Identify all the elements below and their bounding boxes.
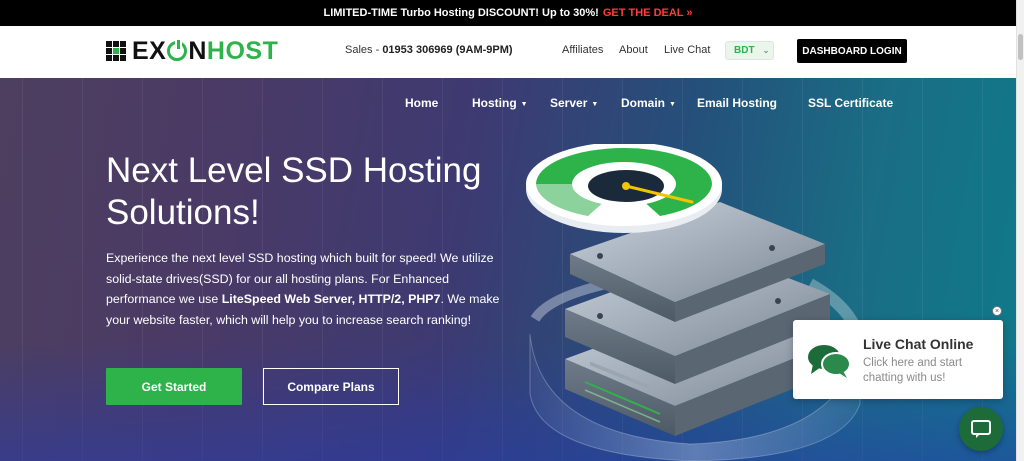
logo-grid-icon — [106, 41, 126, 61]
hero-section: Home Hosting ▼ Server ▼ Domain ▼ Email Host… — [0, 78, 1016, 461]
nav-hosting[interactable]: Hosting ▼ — [472, 96, 528, 110]
currency-value: BDT — [734, 45, 755, 56]
nav-label: Server — [550, 96, 588, 110]
caret-down-icon: ▼ — [520, 101, 528, 108]
nav-label: Domain — [621, 96, 666, 110]
get-started-button[interactable]: Get Started — [106, 368, 242, 405]
nav-label: Email Hosting — [697, 96, 778, 110]
nav-label: Home — [405, 96, 439, 110]
logo-text-ex: EX — [132, 36, 167, 65]
chat-bubbles-icon — [808, 345, 851, 378]
hero-desc-bold: LiteSpeed Web Server, HTTP/2, PHP7 — [221, 292, 441, 306]
chat-subtitle: Click here and start chatting with us! — [863, 357, 963, 384]
chat-close-button[interactable]: × — [992, 306, 1002, 316]
speedometer-server-illustration — [526, 144, 866, 461]
power-icon — [167, 40, 188, 61]
currency-select[interactable]: BDT ⌄ — [725, 41, 774, 60]
chat-title: Live Chat Online — [863, 336, 974, 352]
double-chevron-icon: » — [686, 7, 693, 19]
about-link[interactable]: About — [619, 44, 648, 56]
caret-down-icon: ▼ — [669, 101, 676, 108]
page-scrollbar[interactable] — [1016, 0, 1024, 461]
dashboard-login-button[interactable]: DASHBOARD LOGIN — [797, 39, 907, 63]
logo-wordmark: EX N HOST — [132, 37, 278, 66]
logo-text-host: HOST — [206, 36, 279, 65]
sales-phone: 01953 306969 (9AM-9PM) — [382, 44, 513, 56]
affiliates-link[interactable]: Affiliates — [562, 44, 603, 56]
hero-title: Next Level SSD Hosting Solutions! — [106, 151, 482, 232]
main-nav: Home Hosting ▼ Server ▼ Domain ▼ Email Host… — [0, 96, 1016, 116]
logo-text-n: N — [188, 36, 207, 65]
live-chat-card[interactable]: Live Chat Online Click here and start ch… — [793, 320, 1003, 399]
scrollbar-thumb[interactable] — [1018, 34, 1023, 60]
nav-label: SSL Certificate — [808, 96, 894, 110]
top-header: EX N HOST Sales - 01953 306969 (9AM-9PM)… — [0, 26, 1016, 78]
chat-launcher-button[interactable] — [959, 407, 1003, 451]
get-the-deal-label: GET THE DEAL — [602, 7, 684, 19]
caret-down-icon: ▼ — [591, 101, 599, 108]
nav-server[interactable]: Server ▼ — [550, 96, 598, 110]
compare-plans-button[interactable]: Compare Plans — [263, 368, 399, 405]
nav-email-hosting[interactable]: Email Hosting — [697, 96, 777, 110]
nav-domain[interactable]: Domain ▼ — [621, 96, 676, 110]
chat-icon — [971, 420, 991, 438]
sales-contact: Sales - 01953 306969 (9AM-9PM) — [345, 44, 513, 56]
promo-bar: LIMITED-TIME Turbo Hosting DISCOUNT! Up … — [0, 0, 1016, 26]
promo-text: LIMITED-TIME Turbo Hosting DISCOUNT! Up … — [323, 7, 599, 19]
nav-home[interactable]: Home — [405, 96, 438, 110]
get-the-deal-link[interactable]: GET THE DEAL » — [603, 7, 693, 19]
sales-label: Sales - — [345, 44, 380, 56]
hero-description: Experience the next level SSD hosting wh… — [106, 248, 506, 330]
live-chat-link[interactable]: Live Chat — [664, 44, 710, 56]
nav-ssl-certificate[interactable]: SSL Certificate — [808, 96, 893, 110]
nav-label: Hosting — [472, 96, 517, 110]
logo[interactable]: EX N HOST — [106, 37, 278, 66]
chevron-down-icon: ⌄ — [762, 46, 770, 55]
